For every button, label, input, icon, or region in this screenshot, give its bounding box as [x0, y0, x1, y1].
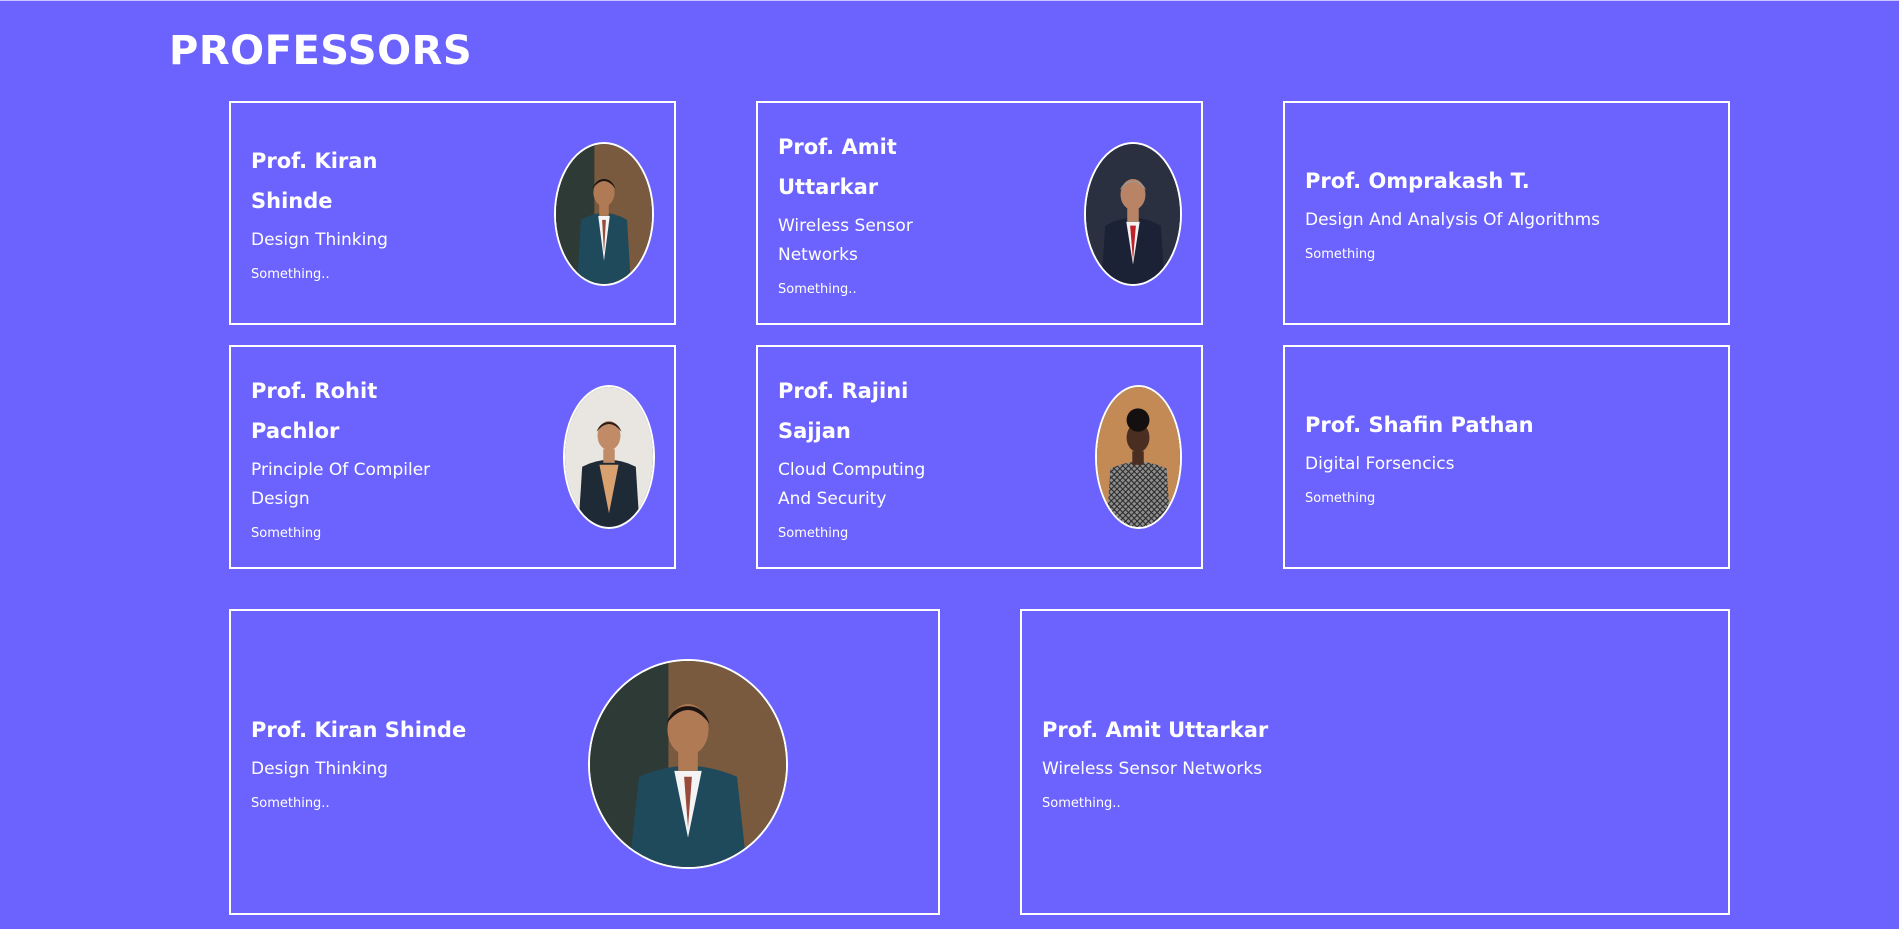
professor-name: Prof. Shafin Pathan — [1305, 413, 1534, 437]
professor-subject: Digital Forsencics — [1305, 454, 1455, 474]
professor-name: Prof. Omprakash T. — [1305, 169, 1530, 193]
professor-subject: Wireless Sensor Networks — [1042, 759, 1263, 779]
professor-note: Something.. — [778, 281, 857, 297]
professor-photo — [563, 385, 655, 529]
professor-name: Prof. Kiran Shinde — [251, 149, 378, 213]
featured-card-kiran[interactable]: Prof. Kiran Shinde Design Thinking Somet… — [229, 609, 940, 915]
featured-card-amit[interactable]: Prof. Amit Uttarkar Wireless Sensor Netw… — [1020, 609, 1730, 915]
professor-note: Something — [778, 525, 849, 541]
professor-note: Something — [1305, 247, 1376, 262]
professor-subject: Principle Of Compiler Design — [251, 459, 431, 509]
professor-note: Something — [251, 525, 322, 541]
professor-subject: Cloud Computing And Security — [778, 459, 926, 509]
professor-name: Prof. Kiran Shinde — [251, 718, 467, 742]
professor-subject: Wireless Sensor Networks — [778, 215, 913, 265]
professor-note: Something.. — [1042, 796, 1121, 811]
professor-photo — [588, 659, 788, 869]
professor-card-rajini[interactable]: Prof. Rajini Sajjan Cloud Computing And … — [756, 345, 1203, 569]
professor-card-kiran[interactable]: Prof. Kiran Shinde Design Thinking Somet… — [229, 101, 676, 325]
professor-subject: Design Thinking — [251, 230, 388, 250]
professor-note: Something — [1305, 491, 1376, 506]
professor-photo — [554, 142, 654, 286]
professor-card-amit[interactable]: Prof. Amit Uttarkar Wireless Sensor Netw… — [756, 101, 1203, 325]
professor-card-shafin[interactable]: Prof. Shafin Pathan Digital Forsencics S… — [1283, 345, 1730, 569]
top-border — [0, 0, 1899, 1]
professor-name: Prof. Rohit Pachlor — [251, 378, 378, 443]
professor-note: Something.. — [251, 267, 330, 282]
professor-subject: Design And Analysis Of Algorithms — [1305, 210, 1601, 230]
professor-name: Prof. Rajini Sajjan — [778, 378, 909, 443]
professor-card-omprakash[interactable]: Prof. Omprakash T. Design And Analysis O… — [1283, 101, 1730, 325]
professor-photo — [1084, 142, 1182, 286]
professor-photo — [1095, 385, 1182, 529]
professor-card-rohit[interactable]: Prof. Rohit Pachlor Principle Of Compile… — [229, 345, 676, 569]
professor-name: Prof. Amit Uttarkar — [778, 134, 897, 199]
professor-note: Something.. — [251, 796, 330, 811]
professor-name: Prof. Amit Uttarkar — [1042, 718, 1269, 742]
page-title: PROFESSORS — [169, 28, 473, 74]
professor-subject: Design Thinking — [251, 759, 388, 779]
